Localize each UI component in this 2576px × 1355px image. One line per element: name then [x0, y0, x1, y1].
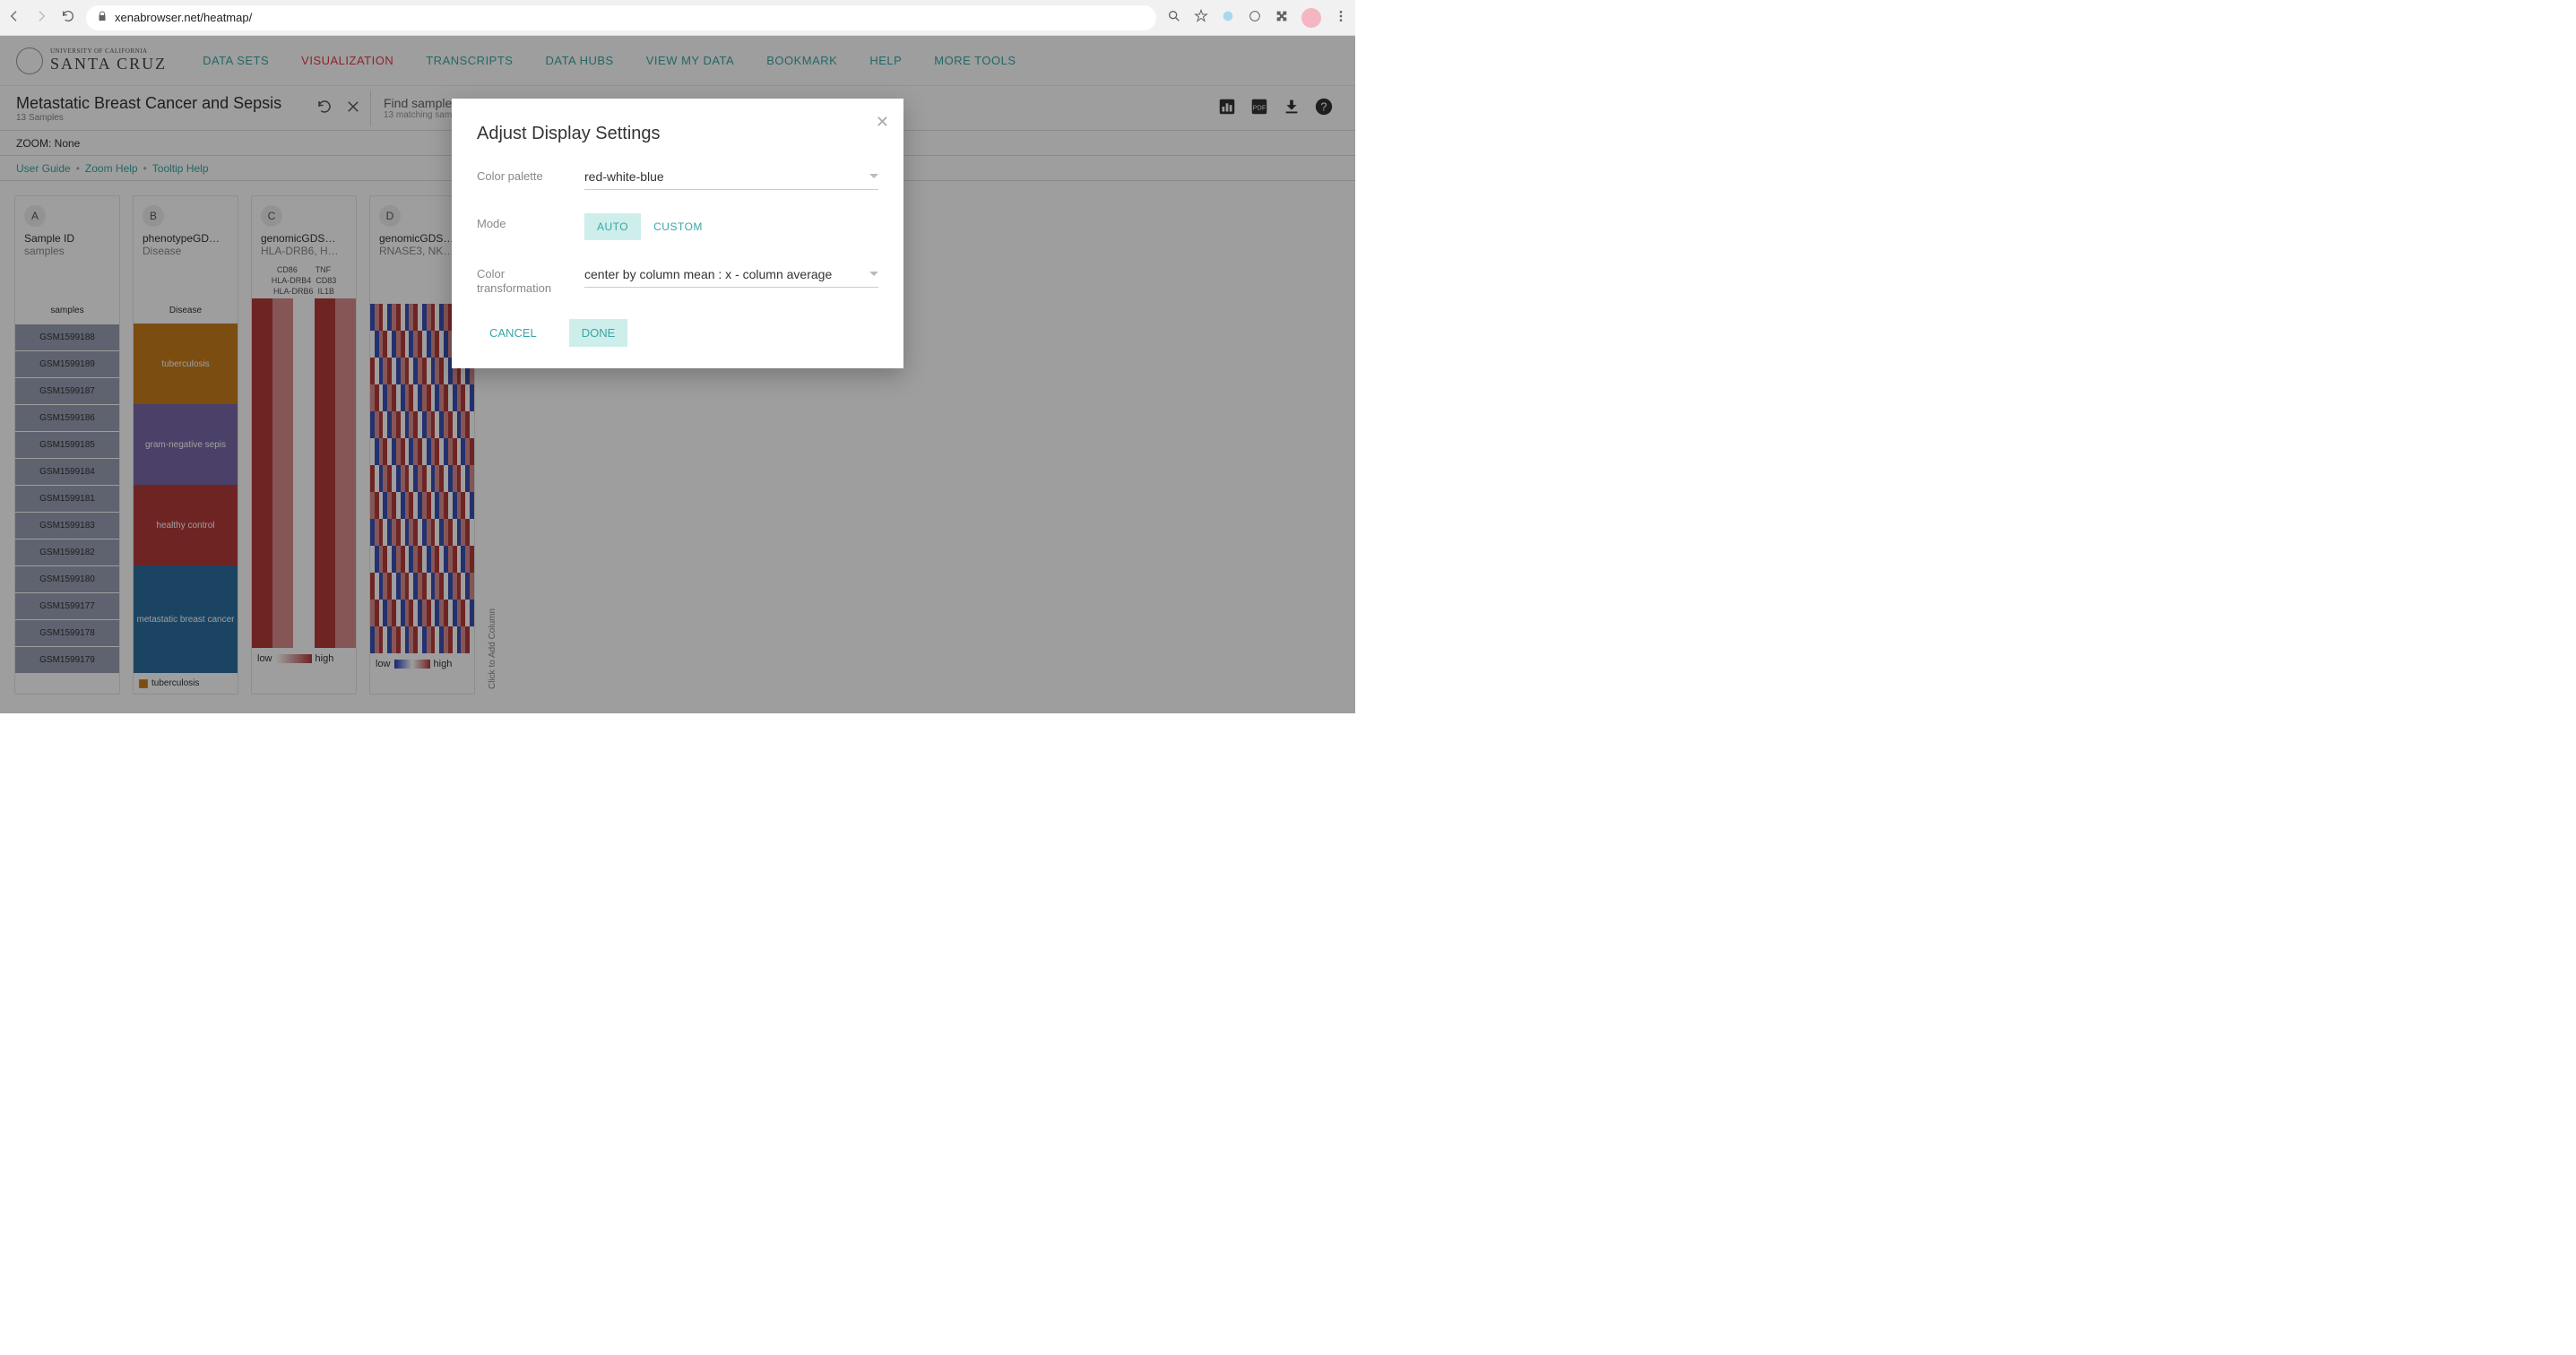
label-color-palette: Color palette [477, 166, 570, 184]
label-mode: Mode [477, 213, 570, 231]
back-icon[interactable] [7, 9, 22, 26]
zoom-page-icon[interactable] [1167, 9, 1181, 26]
close-icon[interactable]: ✕ [876, 113, 889, 132]
extension-icon-2[interactable] [1248, 9, 1262, 26]
mode-auto-button[interactable]: AUTO [584, 213, 641, 240]
kebab-icon[interactable] [1334, 9, 1348, 26]
browser-chrome: xenabrowser.net/heatmap/ [0, 0, 1355, 36]
profile-avatar[interactable] [1301, 8, 1321, 28]
star-icon[interactable] [1194, 9, 1208, 26]
done-button[interactable]: DONE [569, 319, 628, 347]
puzzle-icon[interactable] [1275, 9, 1289, 26]
lock-icon [97, 11, 108, 24]
select-value: center by column mean : x - column avera… [584, 267, 832, 281]
mode-custom-button[interactable]: CUSTOM [641, 213, 715, 240]
url-text: xenabrowser.net/heatmap/ [115, 11, 252, 24]
extension-icon-1[interactable] [1221, 9, 1235, 26]
label-color-transformation: Color transformation [477, 263, 570, 296]
select-value: red-white-blue [584, 169, 664, 184]
reload-icon[interactable] [61, 9, 75, 26]
select-color-palette[interactable]: red-white-blue [584, 166, 878, 190]
cancel-button[interactable]: CANCEL [477, 319, 549, 347]
select-color-transformation[interactable]: center by column mean : x - column avera… [584, 263, 878, 288]
chevron-down-icon [869, 272, 878, 280]
forward-icon[interactable] [34, 9, 48, 26]
modal-title: Adjust Display Settings [477, 124, 878, 144]
address-bar[interactable]: xenabrowser.net/heatmap/ [86, 5, 1156, 30]
display-settings-modal: ✕ Adjust Display Settings Color palette … [452, 99, 903, 368]
chevron-down-icon [869, 174, 878, 183]
